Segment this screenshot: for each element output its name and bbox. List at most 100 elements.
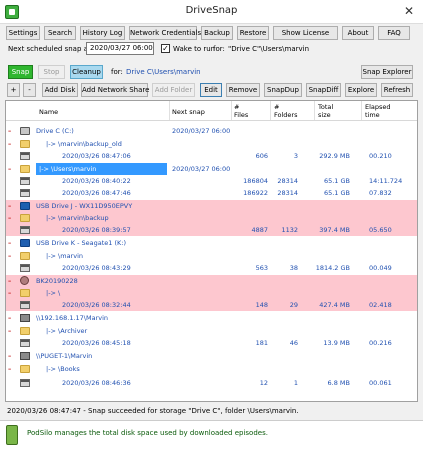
folder-name: |-> \marvin\backup_old bbox=[46, 140, 122, 148]
collapse-toggle[interactable]: – bbox=[8, 200, 11, 212]
snap-for-label: for: bbox=[111, 68, 123, 76]
next-snap-time-field[interactable]: 2020/03/27 06:00 bbox=[86, 42, 154, 55]
snapshot-row[interactable]: 2020/03/26 08:39:57 4887 1132 397.4 MB 0… bbox=[6, 224, 417, 236]
backup-button[interactable]: Backup bbox=[201, 26, 233, 40]
settings-button[interactable]: Settings bbox=[6, 26, 40, 40]
snapdup-button[interactable]: SnapDup bbox=[264, 83, 302, 97]
col-header-size-1[interactable]: Total bbox=[318, 103, 333, 111]
files-count: 606 bbox=[255, 152, 268, 160]
collapse-toggle[interactable]: – bbox=[8, 363, 11, 375]
podsilo-icon[interactable] bbox=[6, 425, 18, 445]
collapse-all-button[interactable]: - bbox=[23, 83, 36, 97]
network-credentials-button[interactable]: Network Credentials bbox=[129, 26, 201, 40]
folder-icon bbox=[20, 140, 30, 148]
snapshot-row[interactable]: 2020/03/26 08:47:06 606 3 292.9 MB 00.21… bbox=[6, 150, 417, 162]
collapse-toggle[interactable]: – bbox=[8, 325, 11, 337]
collapse-toggle[interactable]: – bbox=[8, 312, 11, 324]
total-size: 397.4 MB bbox=[319, 226, 350, 234]
folder-row[interactable]: – |-> \Users\marvin 2020/03/27 06:00 bbox=[6, 163, 417, 175]
col-header-name[interactable]: Name bbox=[39, 108, 58, 116]
elapsed-time: 00.216 bbox=[369, 339, 392, 347]
folder-icon bbox=[20, 252, 30, 260]
col-header-files-1[interactable]: # bbox=[234, 103, 239, 111]
explore-button[interactable]: Explore bbox=[345, 83, 377, 97]
add-disk-button[interactable]: Add Disk bbox=[42, 83, 78, 97]
storage-row-network-192-168-1-17[interactable]: – \\192.168.1.17\Marvin bbox=[6, 312, 417, 324]
collapse-toggle[interactable]: – bbox=[8, 163, 11, 175]
collapse-toggle[interactable]: – bbox=[8, 138, 11, 150]
add-network-share-button[interactable]: Add Network Share bbox=[81, 83, 149, 97]
storage-row-network-puget-1[interactable]: – \\PUGET-1\Marvin bbox=[6, 350, 417, 362]
col-header-folders-2[interactable]: Folders bbox=[274, 111, 297, 119]
refresh-button[interactable]: Refresh bbox=[381, 83, 413, 97]
grid-header: Name Next snap # Files # Folders Total s… bbox=[6, 101, 417, 121]
faq-button[interactable]: FAQ bbox=[378, 26, 410, 40]
folder-name: |-> \marvin bbox=[46, 252, 83, 260]
about-button[interactable]: About bbox=[342, 26, 374, 40]
folder-row[interactable]: – |-> \Books bbox=[6, 363, 417, 375]
title-bar: DriveSnap ✕ bbox=[0, 0, 423, 24]
col-header-elapsed-2[interactable]: time bbox=[365, 111, 380, 119]
drive-icon bbox=[20, 127, 30, 135]
calendar-icon bbox=[20, 189, 30, 197]
folder-row[interactable]: – |-> \marvin\backup_old bbox=[6, 138, 417, 150]
snapshot-row[interactable]: 2020/03/26 08:40:22 186804 28314 65.1 GB… bbox=[6, 175, 417, 187]
snapshot-row[interactable]: 2020/03/26 08:32:44 148 29 427.4 MB 02.4… bbox=[6, 299, 417, 311]
collapse-toggle[interactable]: – bbox=[8, 287, 11, 299]
col-header-next-snap[interactable]: Next snap bbox=[172, 108, 205, 116]
collapse-toggle[interactable]: – bbox=[8, 250, 11, 262]
snap-explorer-button[interactable]: Snap Explorer bbox=[361, 65, 413, 79]
expand-all-button[interactable]: + bbox=[7, 83, 20, 97]
storage-row-drive-c[interactable]: – Drive C (C:) 2020/03/27 06:00 bbox=[6, 125, 417, 137]
snapshot-row[interactable]: 2020/03/26 08:45:18 181 46 13.9 MB 00.21… bbox=[6, 337, 417, 349]
remove-button[interactable]: Remove bbox=[226, 83, 260, 97]
folder-row[interactable]: – |-> \ bbox=[6, 287, 417, 299]
collapse-toggle[interactable]: – bbox=[8, 275, 11, 287]
col-header-size-2[interactable]: size bbox=[318, 111, 331, 119]
elapsed-time: 00.049 bbox=[369, 264, 392, 272]
stop-button[interactable]: Stop bbox=[38, 65, 65, 79]
add-folder-button[interactable]: Add Folder bbox=[152, 83, 195, 97]
col-separator bbox=[314, 101, 315, 120]
storage-row-usb-drive-k[interactable]: – USB Drive K - Seagate1 (K:) bbox=[6, 237, 417, 249]
storage-name: USB Drive K - Seagate1 (K:) bbox=[36, 239, 127, 247]
snapdiff-button[interactable]: SnapDiff bbox=[306, 83, 341, 97]
cleanup-button[interactable]: Cleanup bbox=[70, 65, 103, 79]
calendar-icon bbox=[20, 301, 30, 309]
storage-row-usb-drive-j[interactable]: – USB Drive J - WX11D950EPVY bbox=[6, 200, 417, 212]
collapse-toggle[interactable]: – bbox=[8, 237, 11, 249]
total-size: 13.9 MB bbox=[323, 339, 350, 347]
snapshot-row[interactable]: 2020/03/26 08:46:36 12 1 6.8 MB 00.061 bbox=[6, 377, 417, 389]
total-size: 65.1 GB bbox=[323, 177, 350, 185]
col-header-elapsed-1[interactable]: Elapsed bbox=[365, 103, 391, 111]
snapshot-row[interactable]: 2020/03/26 08:47:46 186922 28314 65.1 GB… bbox=[6, 187, 417, 199]
total-size: 292.9 MB bbox=[319, 152, 350, 160]
collapse-toggle[interactable]: – bbox=[8, 350, 11, 362]
collapse-toggle[interactable]: – bbox=[8, 125, 11, 137]
wake-target-folder: "Drive C"\Users\marvin bbox=[228, 45, 310, 53]
close-icon[interactable]: ✕ bbox=[401, 3, 417, 19]
wake-to-run-checkbox[interactable]: ✓ bbox=[161, 44, 170, 53]
storage-name: \\192.168.1.17\Marvin bbox=[36, 314, 109, 322]
footer-banner[interactable]: PodSilo manages the total disk space use… bbox=[0, 420, 423, 451]
show-license-button[interactable]: Show License bbox=[273, 26, 338, 40]
folder-row[interactable]: – |-> \marvin bbox=[6, 250, 417, 262]
edit-button[interactable]: Edit bbox=[200, 83, 222, 97]
folder-row[interactable]: – |-> \marvin\backup bbox=[6, 212, 417, 224]
folder-row[interactable]: – |-> \Archiver bbox=[6, 325, 417, 337]
snap-button[interactable]: Snap bbox=[8, 65, 33, 79]
restore-button[interactable]: Restore bbox=[237, 26, 269, 40]
storage-name: \\PUGET-1\Marvin bbox=[36, 352, 93, 360]
storage-name: BK20190228 bbox=[36, 277, 78, 285]
snapshot-row[interactable]: 2020/03/26 08:43:29 563 38 1814.2 GB 00.… bbox=[6, 262, 417, 274]
snapshot-grid[interactable]: Name Next snap # Files # Folders Total s… bbox=[5, 100, 418, 402]
podsilo-ad-text[interactable]: PodSilo manages the total disk space use… bbox=[27, 429, 268, 437]
next-snap-value: 2020/03/27 06:00 bbox=[172, 127, 231, 135]
search-button[interactable]: Search bbox=[44, 26, 76, 40]
col-header-files-2[interactable]: Files bbox=[234, 111, 248, 119]
history-log-button[interactable]: History Log bbox=[80, 26, 125, 40]
storage-row-bk20190228[interactable]: – BK20190228 bbox=[6, 275, 417, 287]
collapse-toggle[interactable]: – bbox=[8, 212, 11, 224]
col-header-folders-1[interactable]: # bbox=[274, 103, 279, 111]
snapshot-time: 2020/03/26 08:43:29 bbox=[62, 264, 131, 272]
